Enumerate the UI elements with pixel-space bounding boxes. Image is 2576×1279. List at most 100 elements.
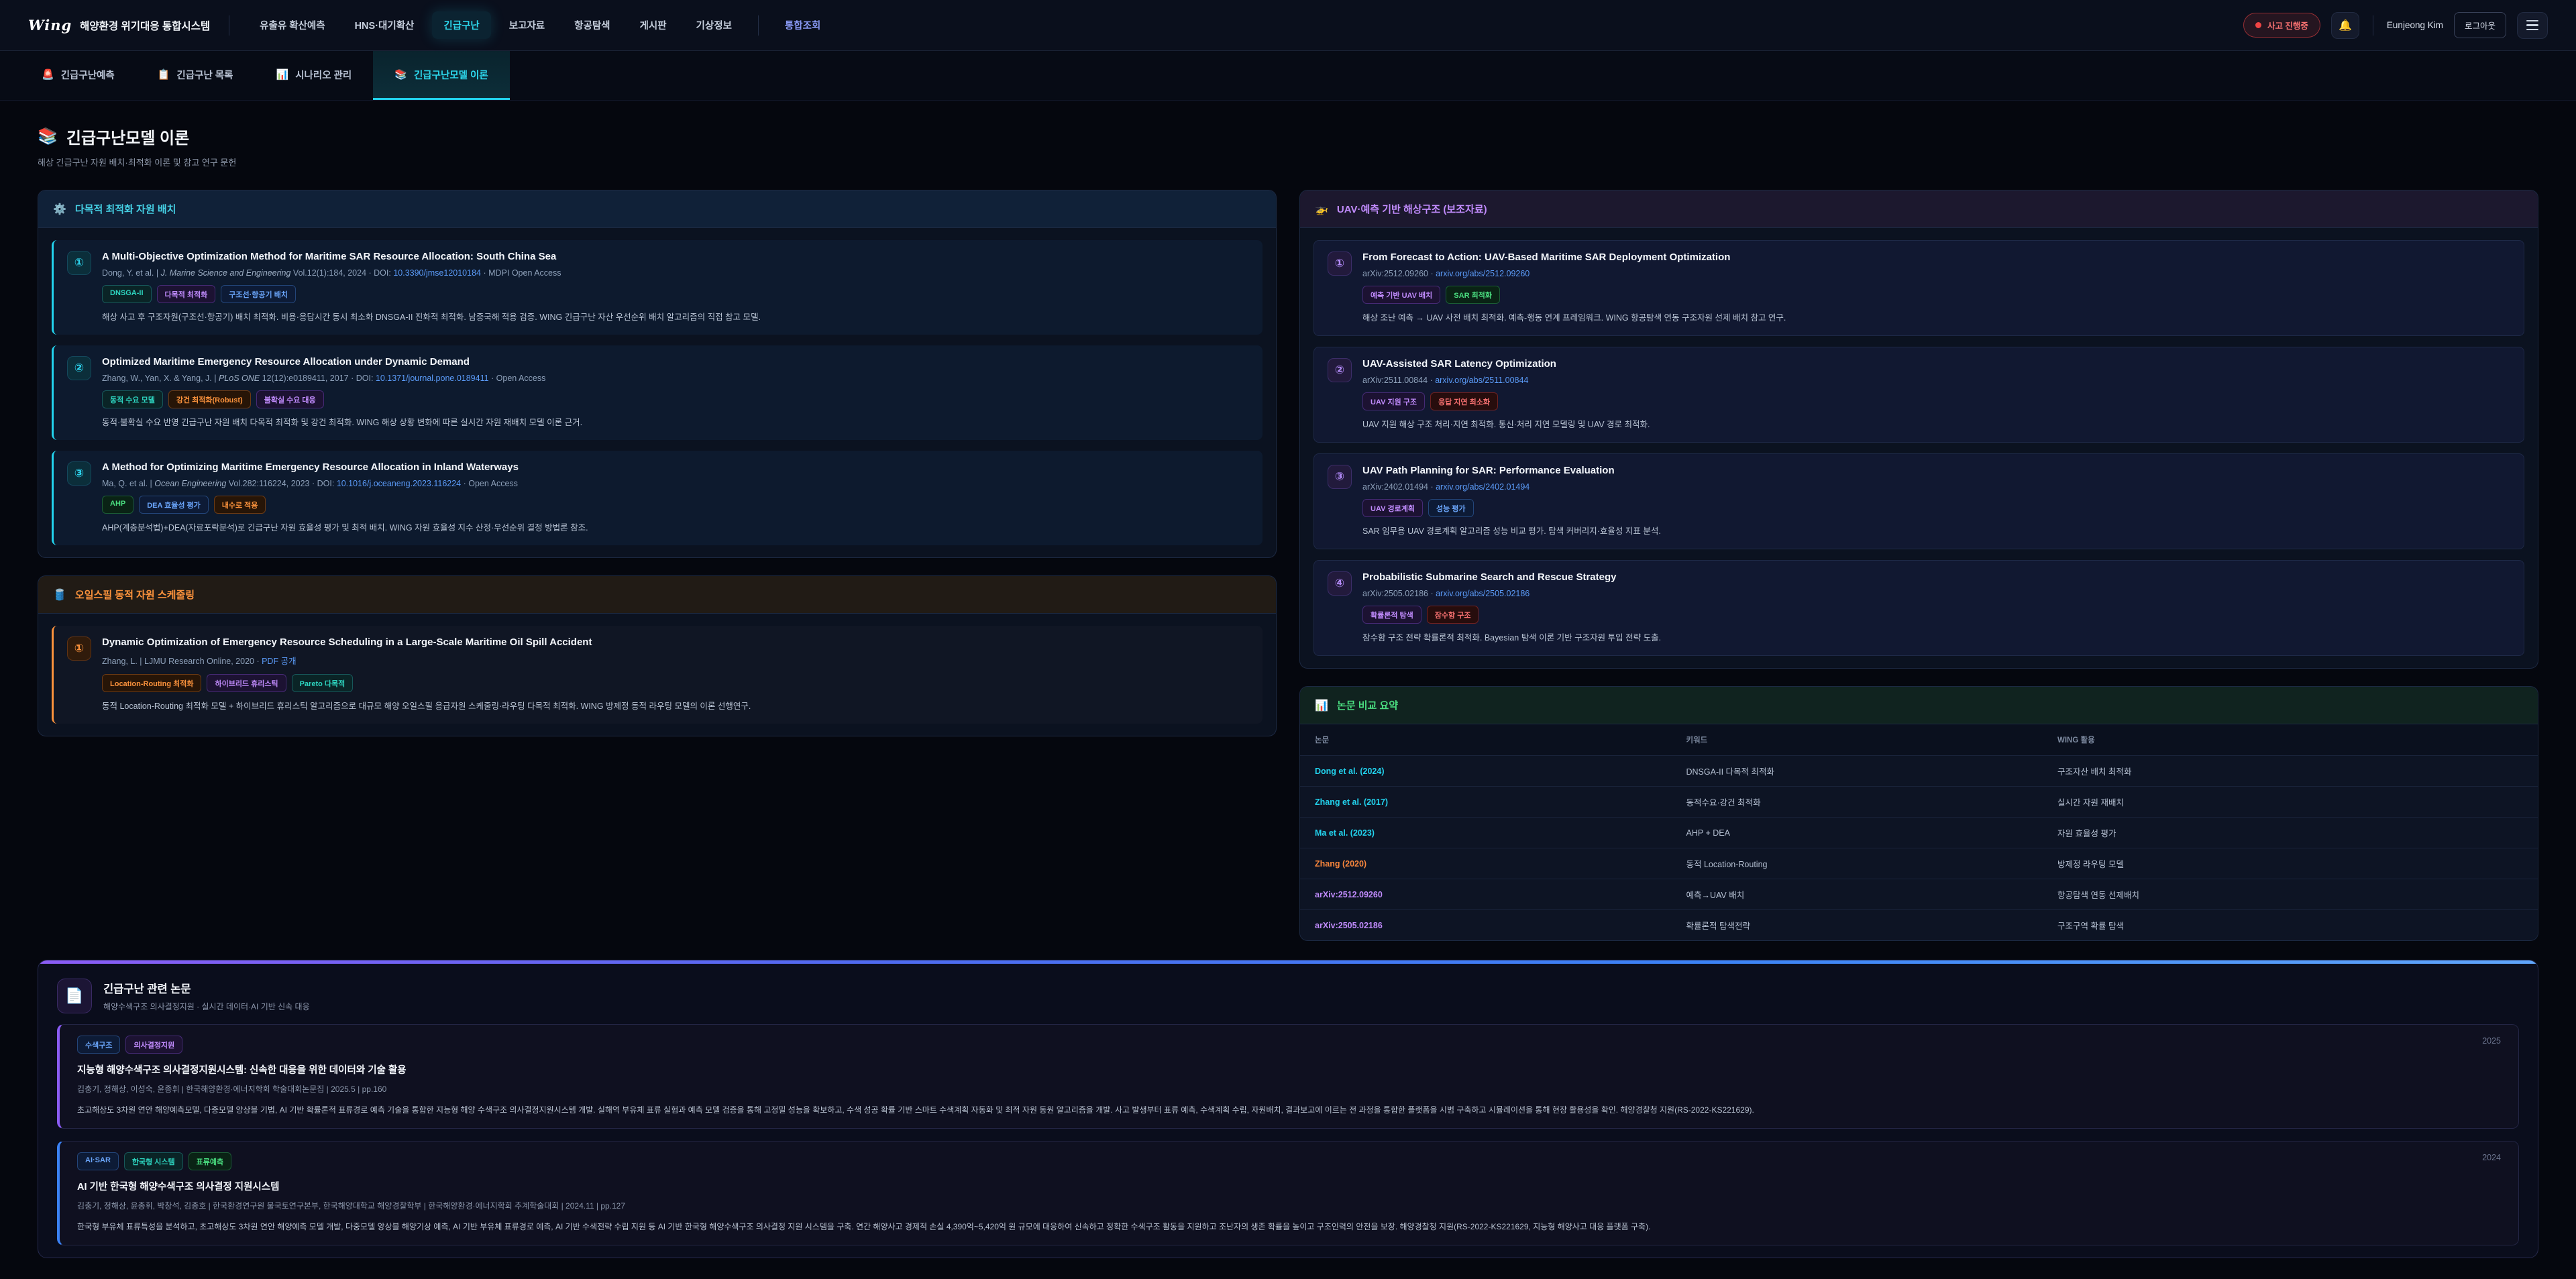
tag-row: 수색구조 의사결정지원: [77, 1036, 2501, 1054]
paper-access: · MDPI Open Access: [481, 268, 561, 278]
paper-description: UAV 지원 해상 구조 처리·지연 최적화. 통신·처리 지연 모델링 및 U…: [1362, 418, 2510, 431]
column-header-wing-usage: WING 활용: [2043, 724, 2538, 756]
tab-rescue-list[interactable]: 📋 긴급구난 목록: [136, 51, 255, 100]
paper-number-badge: ③: [67, 461, 91, 486]
tab-rescue-model-theory[interactable]: 📚 긴급구난모델 이론: [373, 51, 509, 100]
column-header-paper: 논문: [1300, 724, 1672, 756]
app-title: 해양환경 위기대응 통합시스템: [80, 18, 210, 33]
section-title: 다목적 최적화 자원 배치: [75, 202, 176, 216]
logout-button[interactable]: 로그아웃: [2454, 12, 2506, 38]
divider: [758, 15, 759, 36]
paper-link[interactable]: Dong et al. (2024): [1315, 767, 1385, 776]
paper-link[interactable]: Zhang et al. (2017): [1315, 797, 1388, 807]
section-header-comparison: 📊 논문 비교 요약: [1300, 687, 2538, 724]
keywords-cell: 확률론적 탐색전략: [1672, 910, 2043, 941]
tab-scenario-management[interactable]: 📊 시나리오 관리: [255, 51, 374, 100]
table-row: arXiv:2505.02186확률론적 탐색전략구조구역 확률 탐색: [1300, 910, 2538, 941]
paper-link[interactable]: arXiv:2512.09260: [1315, 890, 1383, 899]
nav-item-board[interactable]: 게시판: [629, 11, 678, 39]
section-oil-spill: 🛢️ 오일스필 동적 자원 스케줄링 ① Dynamic Optimizatio…: [38, 575, 1277, 736]
section-comparison: 📊 논문 비교 요약 논문 키워드 WING 활용 Dong et al. (2…: [1299, 686, 2538, 941]
tag: AI·SAR: [77, 1152, 119, 1170]
arxiv-link[interactable]: arxiv.org/abs/2402.01494: [1436, 482, 1529, 492]
paper-link[interactable]: Zhang (2020): [1315, 859, 1366, 869]
right-column: 🚁 UAV·예측 기반 해상구조 (보조자료) ① From Forecast …: [1299, 190, 2538, 941]
arxiv-link[interactable]: arxiv.org/abs/2512.09260: [1436, 269, 1529, 278]
incident-status-badge[interactable]: 사고 진행중: [2243, 13, 2320, 38]
paper-description: SAR 임무용 UAV 경로계획 알고리즘 성능 비교 평가. 탐색 커버리지·…: [1362, 524, 2510, 538]
section-related-papers: 📄 긴급구난 관련 논문 해양수색구조 의사결정지원 · 실시간 데이터·AI …: [38, 960, 2538, 1258]
bar-chart-icon: 📊: [276, 68, 289, 80]
notifications-button[interactable]: 🔔: [2331, 12, 2359, 39]
related-header: 📄 긴급구난 관련 논문 해양수색구조 의사결정지원 · 실시간 데이터·AI …: [38, 964, 2538, 1024]
keywords-cell: 동적수요·강건 최적화: [1672, 787, 2043, 818]
nav-item-oil-spill-forecast[interactable]: 유출유 확산예측: [248, 11, 336, 39]
nav-item-weather-info[interactable]: 기상정보: [685, 11, 743, 39]
pdf-link[interactable]: PDF 공개: [262, 657, 296, 666]
nav-item-integrated-search[interactable]: 통합조회: [773, 11, 832, 39]
tag: 구조선·항공기 배치: [221, 285, 296, 303]
paper-title: A Method for Optimizing Maritime Emergen…: [102, 461, 1249, 473]
paper-number-badge: ①: [1328, 252, 1352, 276]
doi-link[interactable]: 10.1016/j.oceaneng.2023.116224: [337, 479, 461, 488]
paper-number-badge: ②: [1328, 358, 1352, 382]
hamburger-menu-button[interactable]: [2517, 12, 2548, 39]
paper-authors: 김충기, 정해상, 윤종휘, 박창석, 김종호 | 한국환경연구원 물국토연구본…: [77, 1200, 2501, 1211]
paper-access: · Open Access: [461, 479, 518, 488]
siren-icon: 🚨: [42, 68, 54, 80]
paper-authors: 김충기, 정해상, 이성숙, 윤종휘 | 한국해양환경·에너지학회 학술대회논문…: [77, 1083, 2501, 1095]
wing-logo-icon: Wing: [28, 17, 72, 34]
tag: 수색구조: [77, 1036, 120, 1054]
paper-card: ① From Forecast to Action: UAV-Based Mar…: [1313, 240, 2524, 336]
arxiv-link[interactable]: arxiv.org/abs/2505.02186: [1436, 589, 1529, 598]
paper-volume: Vol.282:116224, 2023 · DOI:: [226, 479, 336, 488]
arxiv-link[interactable]: arxiv.org/abs/2511.00844: [1435, 376, 1528, 385]
paper-description: 해상 사고 후 구조자원(구조선·항공기) 배치 최적화. 비용·응답시간 동시…: [102, 311, 1249, 324]
tag: 의사결정지원: [125, 1036, 182, 1054]
arxiv-id: arXiv:2511.00844 ·: [1362, 376, 1435, 385]
tag: 한국형 시스템: [124, 1152, 183, 1170]
app-logo[interactable]: Wing 해양환경 위기대응 통합시스템: [28, 17, 210, 34]
paper-abstract: 한국형 부유체 표류특성을 분석하고, 초고해상도 3차원 연안 해양예측 모델…: [77, 1220, 2501, 1234]
topbar: Wing 해양환경 위기대응 통합시스템 유출유 확산예측 HNS·대기확산 긴…: [0, 0, 2576, 51]
doi-link[interactable]: 10.1371/journal.pone.0189411: [376, 374, 489, 383]
section-title: UAV·예측 기반 해상구조 (보조자료): [1337, 202, 1487, 216]
journal-name: Ocean Engineering: [154, 479, 226, 488]
paper-volume: 12(12):e0189411, 2017 · DOI:: [260, 374, 376, 383]
doi-link[interactable]: 10.3390/jmse12010184: [393, 268, 481, 278]
journal-name: J. Marine Science and Engineering: [161, 268, 291, 278]
paper-authors: Zhang, L. | LJMU Research Online, 2020 ·: [102, 657, 262, 666]
paper-meta: arXiv:2402.01494 · arxiv.org/abs/2402.01…: [1362, 482, 2510, 492]
related-paper-card: 2024 AI·SAR한국형 시스템표류예측 AI 기반 한국형 해양수색구조 …: [57, 1141, 2519, 1245]
paper-link[interactable]: arXiv:2505.02186: [1315, 921, 1383, 930]
nav-item-hns-diffusion[interactable]: HNS·대기확산: [343, 11, 426, 39]
tab-label: 긴급구난모델 이론: [414, 68, 488, 82]
clipboard-icon: 📋: [158, 68, 170, 80]
paper-title: A Multi-Objective Optimization Method fo…: [102, 251, 1249, 262]
paper-authors: Dong, Y. et al. |: [102, 268, 161, 278]
paper-description: 해상 조난 예측 → UAV 사전 배치 최적화. 예측-행동 연계 프레임워크…: [1362, 311, 2510, 325]
nav-item-emergency-rescue[interactable]: 긴급구난: [432, 11, 490, 39]
paper-description: 동적 Location-Routing 최적화 모델 + 하이브리드 휴리스틱 …: [102, 700, 1249, 713]
tag-row: 예측 기반 UAV 배치SAR 최적화: [1362, 286, 2510, 304]
related-subtitle: 해양수색구조 의사결정지원 · 실시간 데이터·AI 기반 신속 대응: [103, 1001, 310, 1012]
section-header-oil-spill: 🛢️ 오일스필 동적 자원 스케줄링: [38, 576, 1276, 614]
paper-link[interactable]: Ma et al. (2023): [1315, 828, 1375, 838]
table-row: Dong et al. (2024)DNSGA-II 다목적 최적화구조자산 배…: [1300, 756, 2538, 787]
bell-icon: 🔔: [2339, 19, 2352, 32]
keywords-cell: DNSGA-II 다목적 최적화: [1672, 756, 2043, 787]
keywords-cell: 동적 Location-Routing: [1672, 848, 2043, 879]
nav-item-aerial-search[interactable]: 항공탐색: [563, 11, 621, 39]
tag: 내수로 적용: [214, 496, 266, 514]
table-row: Ma et al. (2023)AHP + DEA자원 효율성 평가: [1300, 818, 2538, 848]
tag: 동적 수요 모델: [102, 390, 163, 408]
tag: 강건 최적화(Robust): [168, 390, 251, 408]
paper-meta: Zhang, W., Yan, X. & Yang, J. | PLoS ONE…: [102, 374, 1249, 383]
section-title: 오일스필 동적 자원 스케줄링: [75, 588, 195, 602]
tab-rescue-forecast[interactable]: 🚨 긴급구난예측: [20, 51, 136, 100]
nav-item-reports[interactable]: 보고자료: [498, 11, 556, 39]
paper-meta: Zhang, L. | LJMU Research Online, 2020 ·…: [102, 654, 1249, 667]
tab-label: 긴급구난 목록: [176, 68, 233, 82]
section-uav: 🚁 UAV·예측 기반 해상구조 (보조자료) ① From Forecast …: [1299, 190, 2538, 669]
page-title: 📚 긴급구난모델 이론: [38, 125, 2538, 148]
